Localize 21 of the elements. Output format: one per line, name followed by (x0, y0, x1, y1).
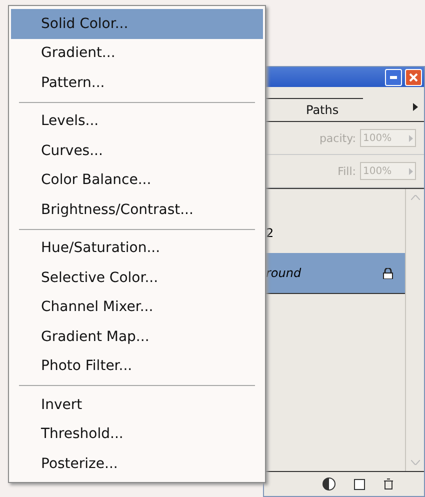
menu-item[interactable]: Gradient Map... (11, 322, 263, 352)
menu-item[interactable]: Curves... (11, 136, 263, 166)
menu-item[interactable]: Color Balance... (11, 166, 263, 195)
field-label: Fill: (338, 164, 356, 178)
layer-name: round (266, 266, 302, 280)
menu-item[interactable]: Pattern... (11, 68, 263, 98)
layer-name: 2 (266, 226, 274, 240)
menu-item[interactable]: Solid Color... (11, 9, 263, 38)
menu-item[interactable]: Hue/Saturation... (11, 234, 263, 263)
layer-row[interactable]: round (264, 253, 405, 294)
menu-item[interactable]: Photo Filter... (11, 352, 263, 381)
field-label: pacity: (319, 132, 356, 144)
menu-item[interactable]: Levels... (11, 106, 263, 136)
menu-item[interactable]: Invert (11, 390, 263, 420)
menu-item[interactable]: Brightness/Contrast... (11, 195, 263, 224)
menu-item[interactable]: Channel Mixer... (11, 292, 263, 322)
layer-row[interactable]: 2 (264, 213, 405, 253)
menu-item[interactable]: Posterize... (11, 449, 263, 478)
menu-item[interactable]: Gradient... (11, 38, 263, 68)
menu-item[interactable]: Threshold... (11, 420, 263, 449)
menu-item[interactable]: Selective Color... (11, 263, 263, 292)
